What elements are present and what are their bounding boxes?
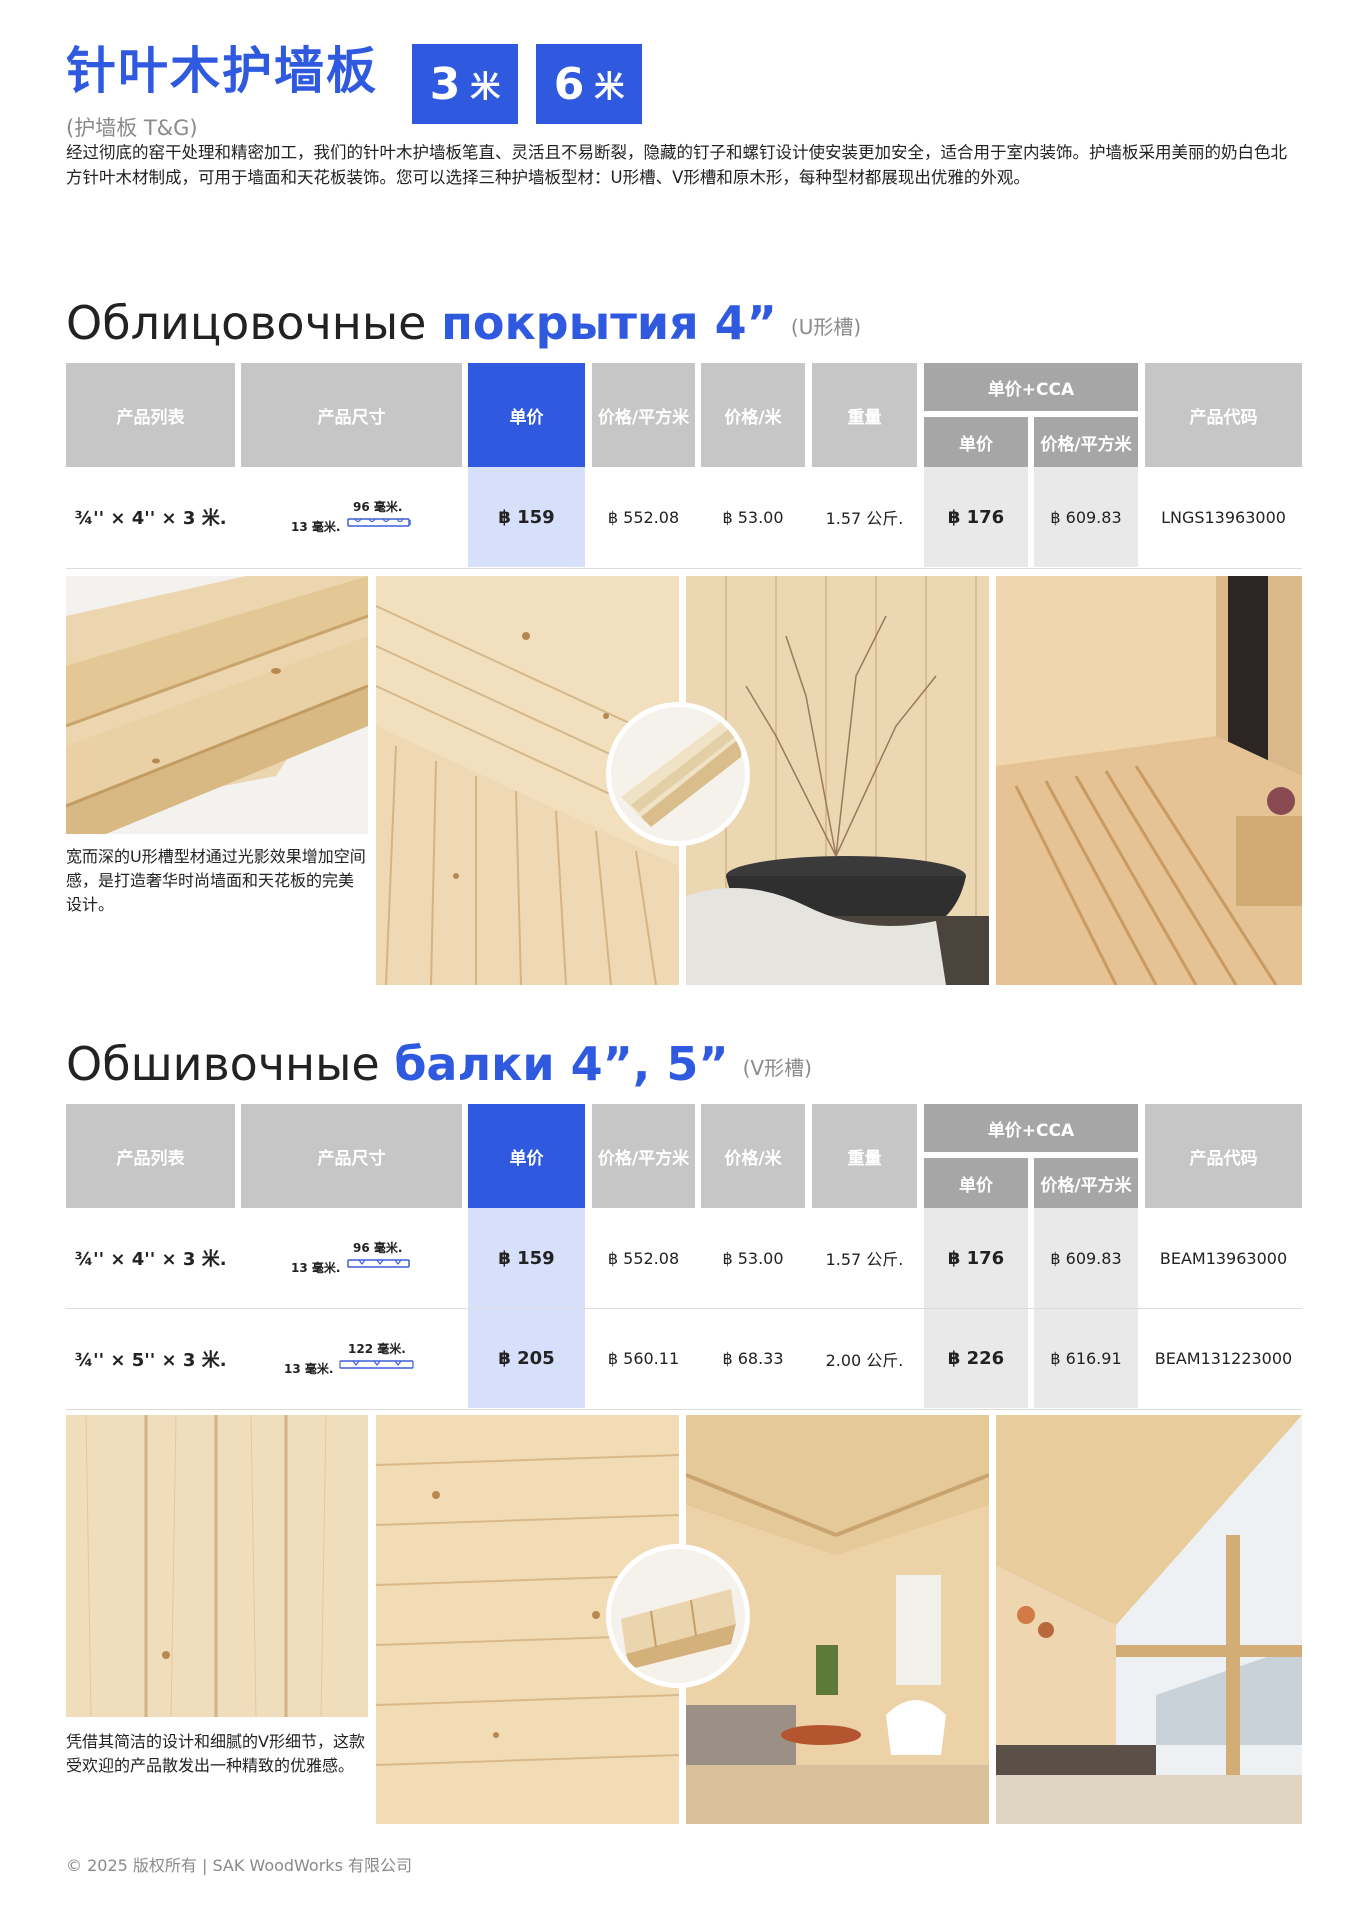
section-title: Облицовочные покрытия 4” (U形槽) [66, 295, 861, 355]
profile-sample-v-photo [606, 1544, 750, 1688]
col-header-weight: 重量 [812, 1104, 917, 1208]
price-table: 产品列表 产品尺寸 单价 价格/平方米 价格/米 重量 单价+CCA 单价 价格… [66, 363, 1302, 573]
cell-cca-unit: ฿ 176 [924, 467, 1028, 567]
length-badge-3m: 3 米 [412, 44, 518, 124]
intro-paragraph: 经过彻底的窑干处理和精密加工，我们的针叶木护墙板笔直、灵活且不易断裂，隐藏的钉子… [66, 143, 1287, 187]
profile-u-icon [347, 518, 411, 527]
profile-v-icon [339, 1360, 414, 1369]
col-header-cca-unit: 单价 [924, 1158, 1028, 1208]
col-header-size: 产品尺寸 [241, 1104, 462, 1208]
section-title-plain: Облицовочные [66, 296, 442, 350]
length-badge-6m: 6 米 [536, 44, 642, 124]
section-caption: 宽而深的U形槽型材通过光影效果增加空间感，是打造奢华时尚墙面和天花板的完美设计。 [66, 847, 366, 914]
col-header-product: 产品列表 [66, 1104, 235, 1208]
cell-cca-unit: ฿ 226 [924, 1309, 1028, 1408]
section-title-highlight: покрытия 4” [441, 296, 777, 350]
chalet-interior-photo [996, 1415, 1302, 1824]
col-header-cca-unit: 单价 [924, 417, 1028, 467]
col-header-price-sqm: 价格/平方米 [592, 363, 695, 467]
cell-cca-sqm: ฿ 609.83 [1034, 1208, 1138, 1308]
product-closeup-v-photo [66, 1415, 368, 1717]
cell-product: ¾'' × 4'' × 3 米. [74, 508, 227, 529]
col-header-unit-price: 单价 [468, 1104, 585, 1208]
size-diagram: 122 毫米. 13 毫米. [241, 1309, 462, 1408]
section-title-highlight: балки 4”, 5” [394, 1037, 729, 1091]
section-title-plain: Обшивочные [66, 1037, 395, 1091]
cell-price-m: ฿ 53.00 [722, 1248, 784, 1268]
cell-weight: 1.57 公斤. [825, 509, 904, 528]
cell-code: BEAM131223000 [1154, 1349, 1293, 1368]
size-thickness: 13 毫米. [284, 1362, 334, 1376]
size-width: 96 毫米. [353, 500, 403, 514]
cell-cca-sqm: ฿ 609.83 [1034, 467, 1138, 567]
size-thickness: 13 毫米. [291, 1261, 341, 1275]
size-thickness: 13 毫米. [291, 520, 341, 534]
cell-product: ¾'' × 4'' × 3 米. [74, 1249, 227, 1270]
col-header-code: 产品代码 [1145, 1104, 1302, 1208]
cell-code: BEAM13963000 [1159, 1248, 1288, 1268]
col-header-price-m: 价格/米 [701, 1104, 805, 1208]
section-note: (U形槽) [790, 314, 862, 339]
product-closeup-u-photo [66, 576, 368, 834]
badge-unit: 米 [594, 70, 625, 105]
cell-code: LNGS13963000 [1161, 507, 1286, 527]
sauna-interior-photo [996, 576, 1302, 985]
section-title: Обшивочные балки 4”, 5” (V形槽) [66, 1036, 812, 1096]
cell-price-m: ฿ 68.33 [722, 1349, 784, 1368]
price-table: 产品列表 产品尺寸 单价 价格/平方米 价格/米 重量 单价+CCA 单价 价格… [66, 1104, 1302, 1414]
profile-sample-u-photo [606, 702, 750, 846]
row-divider [66, 1409, 1302, 1410]
section-caption: 凭借其简洁的设计和细腻的V形细节，这款受欢迎的产品散发出一种精致的优雅感。 [66, 1732, 365, 1775]
cell-price-m: ฿ 53.00 [722, 507, 784, 527]
col-header-size: 产品尺寸 [241, 363, 462, 467]
page-title: 针叶木护墙板 [66, 42, 378, 100]
row-divider [66, 568, 1302, 569]
col-header-cca-sqm: 价格/平方米 [1034, 417, 1138, 467]
badge-unit: 米 [470, 70, 501, 105]
col-header-code: 产品代码 [1145, 363, 1302, 467]
col-header-cca-group: 单价+CCA [924, 363, 1138, 411]
cell-price-sqm: ฿ 560.11 [607, 1349, 680, 1368]
cell-price-sqm: ฿ 552.08 [607, 1248, 680, 1268]
size-diagram: 96 毫米. 13 毫米. [241, 467, 462, 567]
col-header-unit-price: 单价 [468, 363, 585, 467]
footer-copyright: © 2025 版权所有 | SAK WoodWorks 有限公司 [66, 1856, 412, 1875]
cell-unit-price: ฿ 205 [468, 1309, 585, 1408]
cell-unit-price: ฿ 159 [468, 1208, 585, 1308]
cell-weight: 1.57 公斤. [825, 1250, 904, 1269]
col-header-cca-sqm: 价格/平方米 [1034, 1158, 1138, 1208]
col-header-cca-group: 单价+CCA [924, 1104, 1138, 1152]
col-header-price-sqm: 价格/平方米 [592, 1104, 695, 1208]
col-header-price-m: 价格/米 [701, 363, 805, 467]
cell-unit-price: ฿ 159 [468, 467, 585, 567]
page-subtitle: (护墙板 T&G) [66, 116, 198, 140]
cell-price-sqm: ฿ 552.08 [607, 507, 680, 527]
badge-number: 6 [553, 58, 585, 110]
cell-weight: 2.00 公斤. [825, 1350, 904, 1370]
badge-number: 3 [429, 58, 461, 110]
col-header-weight: 重量 [812, 363, 917, 467]
size-width: 96 毫米. [353, 1241, 403, 1255]
cell-product: ¾'' × 5'' × 3 米. [74, 1349, 227, 1371]
size-width: 122 毫米. [348, 1342, 406, 1356]
profile-v-icon [347, 1259, 410, 1268]
cell-cca-unit: ฿ 176 [924, 1208, 1028, 1308]
col-header-product: 产品列表 [66, 363, 235, 467]
cell-cca-sqm: ฿ 616.91 [1034, 1309, 1138, 1408]
size-diagram: 96 毫米. 13 毫米. [241, 1208, 462, 1308]
section-note: (V形槽) [742, 1055, 812, 1080]
